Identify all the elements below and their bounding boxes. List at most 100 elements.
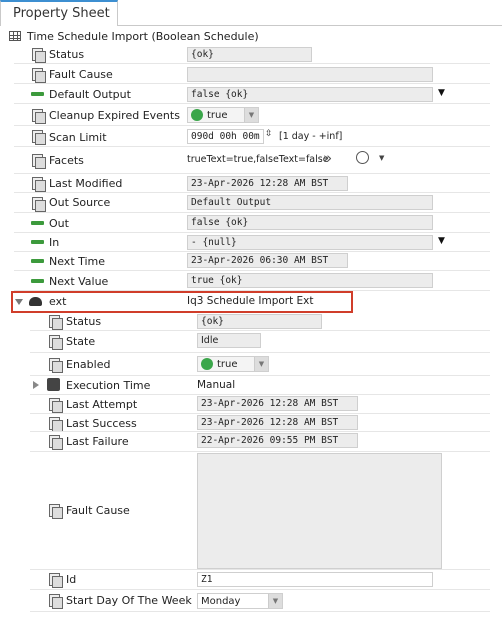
- property-icon: [48, 357, 63, 373]
- start-day-value: Monday: [201, 595, 241, 607]
- slot-icon: [31, 240, 44, 244]
- ext-row-status: Status {ok}: [0, 313, 502, 331]
- property-icon: [31, 153, 46, 169]
- enabled-select[interactable]: true ▼: [197, 356, 269, 372]
- prop-row-in: In - {null} ▼: [0, 233, 502, 252]
- prop-row-next-time: Next Time 23-Apr-2026 06:30 AM BST: [0, 252, 502, 271]
- prop-label: In: [49, 236, 60, 249]
- prop-label: Status: [49, 48, 85, 61]
- table-icon: [9, 31, 21, 41]
- prop-label: Out Source: [49, 196, 111, 209]
- property-icon: [48, 593, 63, 609]
- chevron-down-icon[interactable]: ▼: [254, 357, 268, 371]
- slot-icon: [31, 259, 44, 263]
- prop-row-default-output: Default Output false {ok} ▼: [0, 84, 502, 104]
- last-success-value: 23-Apr-2026 12:28 AM BST: [197, 415, 358, 430]
- scan-limit-input[interactable]: 090d 00h 00m: [187, 129, 264, 144]
- enabled-value: true: [217, 358, 238, 370]
- prop-label: Last Modified: [49, 177, 123, 190]
- ext-row-execution-time[interactable]: Execution Time Manual: [0, 376, 502, 395]
- prop-label: Fault Cause: [66, 504, 130, 517]
- property-icon: [48, 572, 63, 588]
- ok-status-icon: [201, 358, 213, 370]
- prop-label: Next Time: [49, 255, 106, 268]
- prop-label: State: [66, 335, 96, 348]
- property-icon: [31, 196, 46, 212]
- expand-arrow-icon[interactable]: ▼: [438, 236, 445, 246]
- slot-icon: [31, 221, 44, 225]
- start-day-select[interactable]: Monday ▼: [197, 593, 283, 609]
- prop-label: Next Value: [49, 275, 109, 288]
- chevron-down-icon[interactable]: ▼: [379, 154, 384, 162]
- prop-label: Default Output: [49, 88, 131, 101]
- ext-state-value: Idle: [197, 333, 261, 348]
- property-icon: [48, 416, 63, 432]
- chevron-down-icon[interactable]: ▼: [268, 594, 282, 608]
- property-icon: [31, 67, 46, 83]
- property-icon: [31, 108, 46, 124]
- prop-label: Last Attempt: [66, 398, 138, 411]
- prop-row-last-modified: Last Modified 23-Apr-2026 12:28 AM BST: [0, 174, 502, 193]
- prop-label: Last Success: [66, 417, 137, 430]
- expand-arrow-icon[interactable]: ▼: [438, 88, 445, 98]
- execution-time-value: Manual: [197, 379, 236, 391]
- ext-row-state: State Idle: [0, 331, 502, 353]
- status-value: {ok}: [187, 47, 312, 62]
- property-icon: [48, 434, 63, 450]
- prop-label: Fault Cause: [49, 68, 113, 81]
- spinner-icon[interactable]: ⇳: [265, 129, 273, 139]
- chevron-down-icon[interactable]: ▼: [244, 108, 258, 122]
- tab-property-sheet[interactable]: Property Sheet: [0, 0, 118, 26]
- id-input[interactable]: Z1: [197, 572, 433, 587]
- property-icon: [48, 314, 63, 330]
- default-output-field[interactable]: false {ok}: [187, 87, 433, 102]
- prop-row-facets: Facets trueText=true,falseText=false » ▼: [0, 147, 502, 174]
- ext-row-last-success: Last Success 23-Apr-2026 12:28 AM BST: [0, 414, 502, 432]
- page-title: Time Schedule Import (Boolean Schedule): [27, 29, 259, 43]
- prop-row-cleanup: Cleanup Expired Events true ▼: [0, 104, 502, 126]
- prop-label: Cleanup Expired Events: [49, 109, 180, 122]
- prop-row-status: Status {ok}: [0, 45, 502, 64]
- collapsed-triangle-icon[interactable]: [33, 381, 39, 389]
- prop-row-out: Out false {ok}: [0, 213, 502, 233]
- next-time-value: 23-Apr-2026 06:30 AM BST: [187, 253, 348, 268]
- last-attempt-value: 23-Apr-2026 12:28 AM BST: [197, 396, 358, 411]
- prop-label: Id: [66, 573, 77, 586]
- property-icon: [31, 129, 46, 145]
- clock-icon[interactable]: [356, 151, 369, 164]
- prop-label: Out: [49, 217, 69, 230]
- prop-row-fault-cause: Fault Cause: [0, 64, 502, 84]
- property-icon: [48, 334, 63, 350]
- property-icon: [31, 176, 46, 192]
- prop-label: Execution Time: [66, 379, 151, 392]
- slot-icon: [31, 92, 44, 96]
- prop-label: Status: [66, 315, 102, 328]
- prop-row-next-value: Next Value true {ok}: [0, 271, 502, 291]
- ok-status-icon: [191, 109, 203, 121]
- prop-label: Facets: [49, 154, 84, 167]
- double-chevron-right-icon[interactable]: »: [323, 149, 332, 167]
- ext-fault-cause-value: [197, 453, 442, 569]
- prop-label: Last Failure: [66, 435, 129, 448]
- prop-label: Scan Limit: [49, 131, 107, 144]
- prop-label: Start Day Of The Week: [66, 594, 192, 607]
- component-header: Time Schedule Import (Boolean Schedule): [0, 27, 502, 45]
- slot-icon: [31, 279, 44, 283]
- ext-row-last-attempt: Last Attempt 23-Apr-2026 12:28 AM BST: [0, 395, 502, 414]
- ext-row-id: Id Z1: [0, 570, 502, 590]
- highlight-box: [11, 291, 353, 313]
- ext-status-value: {ok}: [197, 314, 322, 329]
- prop-label: Enabled: [66, 358, 111, 371]
- fault-cause-value: [187, 67, 433, 82]
- property-icon: [31, 47, 46, 63]
- facets-value: trueText=true,falseText=false: [187, 154, 329, 165]
- next-value-value: true {ok}: [187, 273, 433, 288]
- ext-row-last-failure: Last Failure 22-Apr-2026 09:55 PM BST: [0, 432, 502, 452]
- cleanup-select[interactable]: true ▼: [187, 107, 259, 123]
- prop-row-scan-limit: Scan Limit 090d 00h 00m ⇳ [1 day - +inf]: [0, 126, 502, 147]
- scan-limit-range: [1 day - +inf]: [279, 131, 343, 142]
- cleanup-value: true: [207, 109, 228, 121]
- in-field[interactable]: - {null}: [187, 235, 433, 250]
- last-modified-value: 23-Apr-2026 12:28 AM BST: [187, 176, 348, 191]
- out-source-value: Default Output: [187, 195, 433, 210]
